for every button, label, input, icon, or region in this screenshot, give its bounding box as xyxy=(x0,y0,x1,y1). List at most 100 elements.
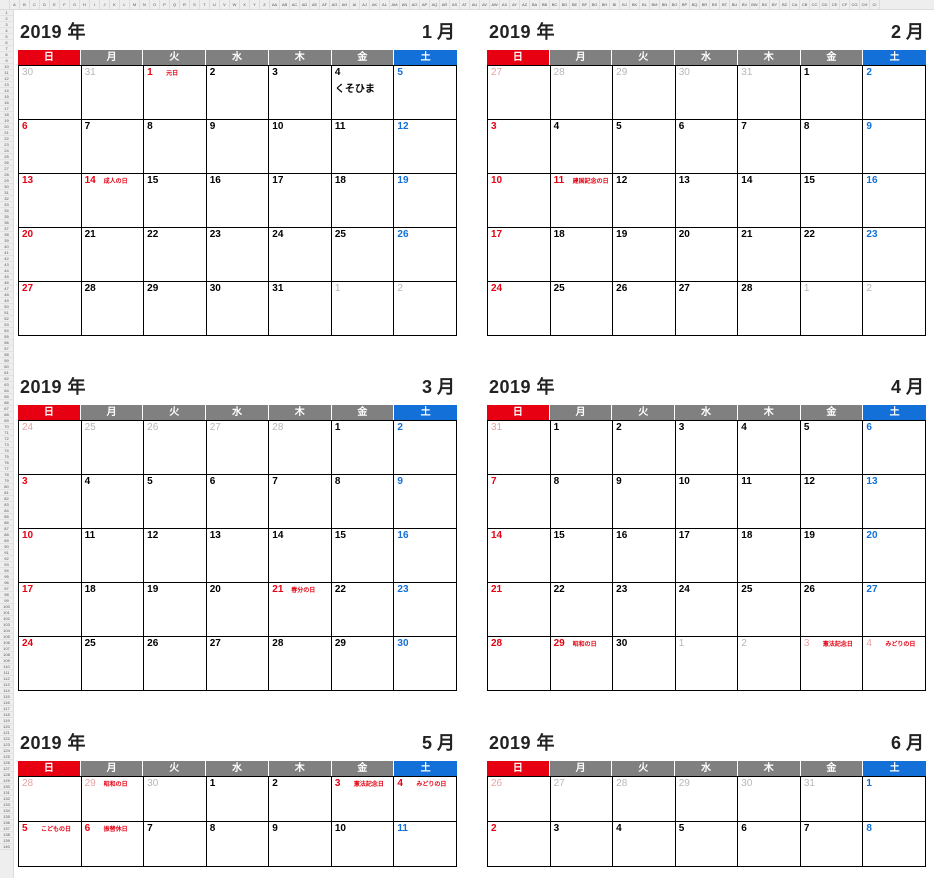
date-cell[interactable]: 18 xyxy=(332,174,395,228)
date-cell[interactable]: 21 xyxy=(82,228,145,282)
date-cell[interactable]: 12 xyxy=(394,120,457,174)
date-cell[interactable]: 28 xyxy=(269,637,332,691)
column-header[interactable]: AQ xyxy=(430,0,440,9)
column-header[interactable]: CD xyxy=(820,0,830,9)
column-header[interactable]: CI xyxy=(870,0,880,9)
date-cell[interactable]: 19 xyxy=(801,529,864,583)
column-header[interactable]: AH xyxy=(340,0,350,9)
date-cell[interactable]: 10 xyxy=(488,174,551,228)
date-cell[interactable]: 17 xyxy=(488,228,551,282)
row-header[interactable]: 140 xyxy=(0,844,13,850)
date-cell[interactable]: 19 xyxy=(394,174,457,228)
date-cell[interactable]: 9 xyxy=(394,475,457,529)
column-ruler[interactable]: ABCDEFGHIJKLMNOPQRSTUVWXYZAAABACADAEAFAG… xyxy=(0,0,934,10)
column-header[interactable]: BN xyxy=(660,0,670,9)
date-cell[interactable]: 11建国記念の日 xyxy=(551,174,614,228)
date-cell[interactable]: 10 xyxy=(676,475,739,529)
date-cell[interactable]: 29 xyxy=(332,637,395,691)
column-header[interactable]: AJ xyxy=(360,0,370,9)
date-cell[interactable]: 25 xyxy=(738,583,801,637)
date-cell[interactable]: 12 xyxy=(801,475,864,529)
date-cell[interactable]: 1 xyxy=(801,66,864,120)
column-header[interactable]: O xyxy=(150,0,160,9)
column-header[interactable]: BE xyxy=(570,0,580,9)
column-header[interactable]: AS xyxy=(450,0,460,9)
date-cell[interactable]: 26 xyxy=(144,637,207,691)
date-cell[interactable]: 2 xyxy=(394,421,457,475)
column-header[interactable]: AV xyxy=(480,0,490,9)
column-header[interactable]: H xyxy=(80,0,90,9)
date-cell[interactable]: 10 xyxy=(19,529,82,583)
date-cell[interactable]: 16 xyxy=(613,529,676,583)
date-cell[interactable]: 31 xyxy=(801,777,864,822)
column-header[interactable]: P xyxy=(160,0,170,9)
date-cell[interactable]: 31 xyxy=(269,282,332,336)
date-cell[interactable]: 3 xyxy=(676,421,739,475)
date-cell[interactable]: 24 xyxy=(19,421,82,475)
date-cell[interactable]: 1 xyxy=(863,777,926,822)
date-cell[interactable]: 14 xyxy=(488,529,551,583)
date-cell[interactable]: 9 xyxy=(863,120,926,174)
column-header[interactable]: AG xyxy=(330,0,340,9)
date-cell[interactable]: 4 xyxy=(551,120,614,174)
column-header[interactable]: BB xyxy=(540,0,550,9)
date-cell[interactable]: 18 xyxy=(738,529,801,583)
date-cell[interactable]: 22 xyxy=(551,583,614,637)
date-cell[interactable]: 28 xyxy=(82,282,145,336)
date-cell[interactable]: 21 xyxy=(738,228,801,282)
date-cell[interactable]: 20 xyxy=(676,228,739,282)
date-cell[interactable]: 23 xyxy=(394,583,457,637)
column-header[interactable]: N xyxy=(140,0,150,9)
date-cell[interactable]: 4 xyxy=(613,822,676,867)
date-cell[interactable]: 13 xyxy=(676,174,739,228)
date-cell[interactable]: 2 xyxy=(488,822,551,867)
row-ruler[interactable]: 1234567891011121314151617181920212223242… xyxy=(0,10,14,878)
date-cell[interactable]: 5 xyxy=(394,66,457,120)
column-header[interactable]: J xyxy=(100,0,110,9)
date-cell[interactable]: 9 xyxy=(613,475,676,529)
date-cell[interactable]: 27 xyxy=(863,583,926,637)
date-cell[interactable]: 5 xyxy=(144,475,207,529)
date-cell[interactable]: 14 xyxy=(269,529,332,583)
date-cell[interactable]: 29 xyxy=(676,777,739,822)
date-cell[interactable]: 15 xyxy=(551,529,614,583)
date-cell[interactable]: 7 xyxy=(801,822,864,867)
column-header[interactable]: F xyxy=(60,0,70,9)
date-cell[interactable]: 28 xyxy=(488,637,551,691)
date-cell[interactable]: 5 xyxy=(613,120,676,174)
date-cell[interactable]: 7 xyxy=(488,475,551,529)
date-cell[interactable]: 2 xyxy=(738,637,801,691)
column-header[interactable]: S xyxy=(190,0,200,9)
column-header[interactable]: AA xyxy=(270,0,280,9)
date-cell[interactable]: 17 xyxy=(19,583,82,637)
column-header[interactable]: E xyxy=(50,0,60,9)
date-cell[interactable]: 20 xyxy=(207,583,270,637)
column-header[interactable]: BG xyxy=(590,0,600,9)
date-cell[interactable]: 8 xyxy=(332,475,395,529)
date-cell[interactable]: 11 xyxy=(738,475,801,529)
date-cell[interactable]: 8 xyxy=(207,822,270,867)
date-cell[interactable]: 26 xyxy=(613,282,676,336)
date-cell[interactable]: 8 xyxy=(801,120,864,174)
date-cell[interactable]: 1 xyxy=(332,421,395,475)
date-cell[interactable]: 3 xyxy=(551,822,614,867)
column-header[interactable]: BY xyxy=(770,0,780,9)
date-cell[interactable]: 27 xyxy=(19,282,82,336)
date-cell[interactable]: 2 xyxy=(394,282,457,336)
column-header[interactable]: AY xyxy=(510,0,520,9)
date-cell[interactable]: 1 xyxy=(207,777,270,822)
date-cell[interactable]: 1 xyxy=(551,421,614,475)
column-header[interactable]: AU xyxy=(470,0,480,9)
date-cell[interactable]: 6 xyxy=(676,120,739,174)
date-cell[interactable]: 15 xyxy=(332,529,395,583)
date-cell[interactable]: 2 xyxy=(269,777,332,822)
date-cell[interactable]: 24 xyxy=(19,637,82,691)
column-header[interactable]: BZ xyxy=(780,0,790,9)
column-header[interactable]: AL xyxy=(380,0,390,9)
column-header[interactable]: AO xyxy=(410,0,420,9)
date-cell[interactable]: 1 xyxy=(676,637,739,691)
date-cell[interactable]: 30 xyxy=(144,777,207,822)
date-cell[interactable]: 18 xyxy=(82,583,145,637)
date-cell[interactable]: 31 xyxy=(738,66,801,120)
date-cell[interactable]: 28 xyxy=(613,777,676,822)
